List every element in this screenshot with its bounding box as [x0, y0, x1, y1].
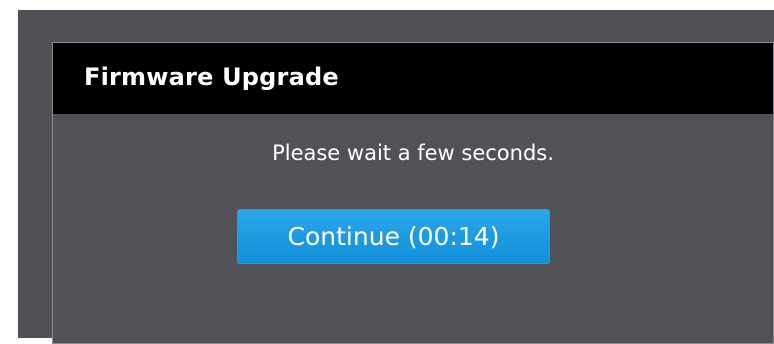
wait-message: Please wait a few seconds.: [272, 141, 554, 165]
firmware-upgrade-dialog: Firmware Upgrade Please wait a few secon…: [52, 42, 774, 344]
dialog-title: Firmware Upgrade: [84, 63, 339, 91]
page-background: Firmware Upgrade Please wait a few secon…: [18, 10, 774, 344]
continue-button[interactable]: Continue (00:14): [237, 209, 550, 264]
dialog-header: Firmware Upgrade: [53, 43, 773, 114]
